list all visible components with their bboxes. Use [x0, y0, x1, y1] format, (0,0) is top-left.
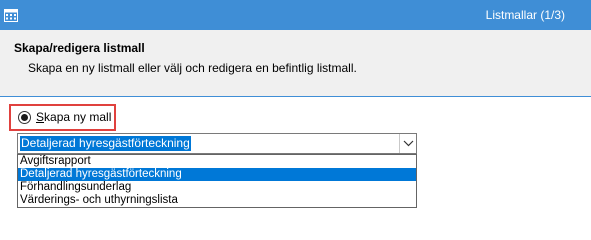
wizard-header: Skapa/redigera listmall Skapa en ny list…: [0, 30, 591, 97]
window-title: Listmallar (1/3): [485, 8, 565, 22]
create-new-radio-label[interactable]: Skapa ny mall: [36, 110, 111, 124]
radio-label-mnemonic: S: [36, 110, 45, 124]
radio-label-text: kapa ny mall: [44, 110, 112, 124]
dropdown-option-selected[interactable]: Detaljerad hyresgästförteckning: [18, 168, 416, 181]
template-dropdown-list: Avgiftsrapport Detaljerad hyresgästförte…: [17, 154, 417, 208]
combobox-dropdown-button[interactable]: [399, 134, 416, 153]
template-combobox[interactable]: Detaljerad hyresgästförteckning: [17, 133, 417, 154]
page-description: Skapa en ny listmall eller välj och redi…: [28, 61, 357, 75]
create-new-radio[interactable]: [18, 111, 31, 124]
radio-checked-dot: [21, 114, 28, 121]
dropdown-option[interactable]: Värderings- och uthyrningslista: [18, 194, 416, 207]
combobox-value: Detaljerad hyresgästförteckning: [20, 136, 191, 151]
calendar-icon: [4, 9, 18, 22]
dropdown-option[interactable]: Förhandlingsunderlag: [18, 181, 416, 194]
title-bar: Listmallar (1/3): [0, 0, 591, 30]
dropdown-option[interactable]: Avgiftsrapport: [18, 155, 416, 168]
page-title: Skapa/redigera listmall: [14, 41, 145, 55]
chevron-down-icon: [403, 140, 414, 147]
